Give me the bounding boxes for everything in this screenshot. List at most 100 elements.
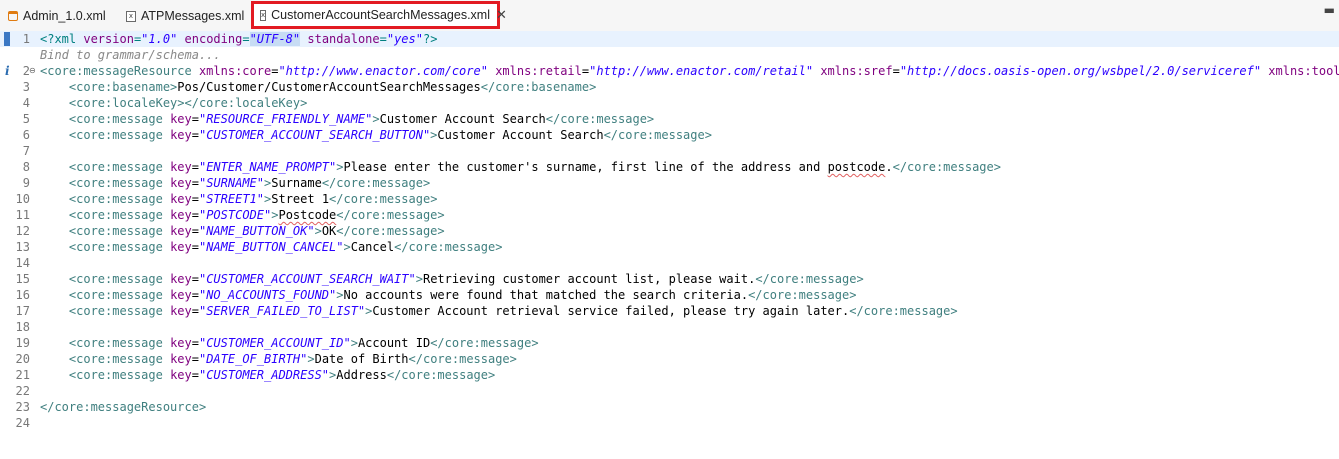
code-token: "RESOURCE_FRIENDLY_NAME" xyxy=(198,112,373,126)
code-token: = xyxy=(892,64,900,78)
line-number: 5 xyxy=(22,112,30,126)
code-token: key xyxy=(170,224,192,238)
admin-file-icon xyxy=(8,11,18,21)
code-content: <core:message key="SERVER_FAILED_TO_LIST… xyxy=(40,303,958,319)
code-token: key xyxy=(170,288,192,302)
xml-source-editor[interactable]: 1 <?xml version="1.0" encoding="UTF-8" st… xyxy=(0,31,1339,459)
code-line[interactable]: 12 <core:message key="NAME_BUTTON_OK">OK… xyxy=(0,223,1339,239)
code-token: xmlns:sref xyxy=(820,64,893,78)
code-line[interactable]: 16 <core:message key="NO_ACCOUNTS_FOUND"… xyxy=(0,287,1339,303)
code-content: <core:message key="NAME_BUTTON_OK">OK</c… xyxy=(40,223,445,239)
code-line[interactable]: 3 <core:basename>Pos/Customer/CustomerAc… xyxy=(0,79,1339,95)
grammar-hint-line: Bind to grammar/schema... xyxy=(0,47,1339,63)
code-line[interactable]: 1 <?xml version="1.0" encoding="UTF-8" st… xyxy=(0,31,1339,47)
code-line[interactable]: 9 <core:message key="SURNAME">Surname</c… xyxy=(0,175,1339,191)
tab-customer-account-search-messages-xml[interactable]: x CustomerAccountSearchMessages.xml ✕ xyxy=(251,1,507,29)
code-line[interactable]: 21 <core:message key="CUSTOMER_ADDRESS">… xyxy=(0,367,1339,383)
code-line[interactable]: 17 <core:message key="SERVER_FAILED_TO_L… xyxy=(0,303,1339,319)
code-token: = xyxy=(191,112,199,126)
code-token: Street 1 xyxy=(271,192,330,206)
code-token: postcode xyxy=(827,160,886,174)
code-token: <core:message xyxy=(68,368,163,382)
line-number: 16 xyxy=(15,288,30,302)
close-icon[interactable]: ✕ xyxy=(496,8,507,23)
code-token: OK xyxy=(321,224,337,238)
line-number: 20 xyxy=(15,352,30,366)
code-line[interactable]: 6 <core:message key="CUSTOMER_ACCOUNT_SE… xyxy=(0,127,1339,143)
code-token: key xyxy=(170,272,192,286)
code-line[interactable]: 19 <core:message key="CUSTOMER_ACCOUNT_I… xyxy=(0,335,1339,351)
code-line[interactable]: 8 <core:message key="ENTER_NAME_PROMPT">… xyxy=(0,159,1339,175)
code-line[interactable]: 13 <core:message key="NAME_BUTTON_CANCEL… xyxy=(0,239,1339,255)
code-token: </core:message> xyxy=(386,368,496,382)
code-line[interactable]: 23 </core:messageResource> xyxy=(0,399,1339,415)
code-token: = xyxy=(191,224,199,238)
code-token: = xyxy=(191,240,199,254)
code-content: <core:message key="POSTCODE">Postcode</c… xyxy=(40,207,445,223)
code-line[interactable]: 18 xyxy=(0,319,1339,335)
tab-atp-messages-xml[interactable]: x ATPMessages.xml xyxy=(126,4,244,28)
code-token: <core:basename> xyxy=(68,80,178,94)
code-line[interactable]: 10 <core:message key="STREET1">Street 1<… xyxy=(0,191,1339,207)
code-token: > xyxy=(336,288,344,302)
code-token: Please enter the customer's surname, fir… xyxy=(343,160,828,174)
code-token: = xyxy=(191,288,199,302)
code-token: </core:message> xyxy=(329,192,438,206)
code-token: "yes" xyxy=(386,32,423,46)
code-line[interactable]: 22 xyxy=(0,383,1339,399)
code-line[interactable]: 4 <core:localeKey></core:localeKey> xyxy=(0,95,1339,111)
code-line[interactable]: 14 xyxy=(0,255,1339,271)
bind-grammar-hint[interactable]: Bind to grammar/schema... xyxy=(40,47,221,63)
code-line[interactable]: 20 <core:message key="DATE_OF_BIRTH">Dat… xyxy=(0,351,1339,367)
code-token: > xyxy=(336,160,344,174)
code-line[interactable]: 24 xyxy=(0,415,1339,431)
code-token: Pos/Customer/CustomerAccountSearchMessag… xyxy=(177,80,481,94)
info-icon[interactable]: i xyxy=(5,63,10,79)
code-content: <core:basename>Pos/Customer/CustomerAcco… xyxy=(40,79,596,95)
code-line[interactable]: 2 i ⊖ <core:messageResource xmlns:core="htt… xyxy=(0,63,1339,79)
code-token: </core:message> xyxy=(755,272,864,286)
line-number: 18 xyxy=(15,320,30,334)
code-token: = xyxy=(191,160,199,174)
code-token: = xyxy=(191,368,199,382)
code-token: > xyxy=(350,336,358,350)
code-token: "STREET1" xyxy=(198,192,265,206)
code-token: "1.0" xyxy=(141,32,178,46)
code-token: = xyxy=(191,304,199,318)
code-token: key xyxy=(170,240,192,254)
code-token: "NAME_BUTTON_CANCEL" xyxy=(198,240,344,254)
code-line[interactable]: 11 <core:message key="POSTCODE">Postcode… xyxy=(0,207,1339,223)
code-line[interactable]: 15 <core:message key="CUSTOMER_ACCOUNT_S… xyxy=(0,271,1339,287)
code-token: = xyxy=(191,128,199,142)
tab-admin-xml[interactable]: Admin_1.0.xml xyxy=(8,4,106,28)
minimize-icon[interactable]: ▬ xyxy=(1324,3,1335,17)
line-number: 7 xyxy=(22,144,30,158)
code-content: <core:message key="CUSTOMER_ACCOUNT_SEAR… xyxy=(40,127,712,143)
code-line[interactable]: 5 <core:message key="RESOURCE_FRIENDLY_N… xyxy=(0,111,1339,127)
code-token: <core:message xyxy=(68,176,163,190)
editor-tab-bar: Admin_1.0.xml x ATPMessages.xml x Custom… xyxy=(0,0,1339,32)
fold-toggle-icon[interactable]: ⊖ xyxy=(29,63,36,79)
code-line[interactable]: 7 xyxy=(0,143,1339,159)
code-content: <core:message key="SURNAME">Surname</cor… xyxy=(40,175,430,191)
line-number: 19 xyxy=(15,336,30,350)
code-token: standalone xyxy=(307,32,380,46)
line-number: 9 xyxy=(22,176,30,190)
code-token: <core:localeKey></core:localeKey> xyxy=(68,96,308,110)
code-content: <core:message key="CUSTOMER_ACCOUNT_ID">… xyxy=(40,335,539,351)
code-token: </core:message> xyxy=(545,112,655,126)
code-token: Customer Account retrieval service faile… xyxy=(372,304,850,318)
code-token: </core:basename> xyxy=(480,80,597,94)
line-number: 17 xyxy=(15,304,30,318)
